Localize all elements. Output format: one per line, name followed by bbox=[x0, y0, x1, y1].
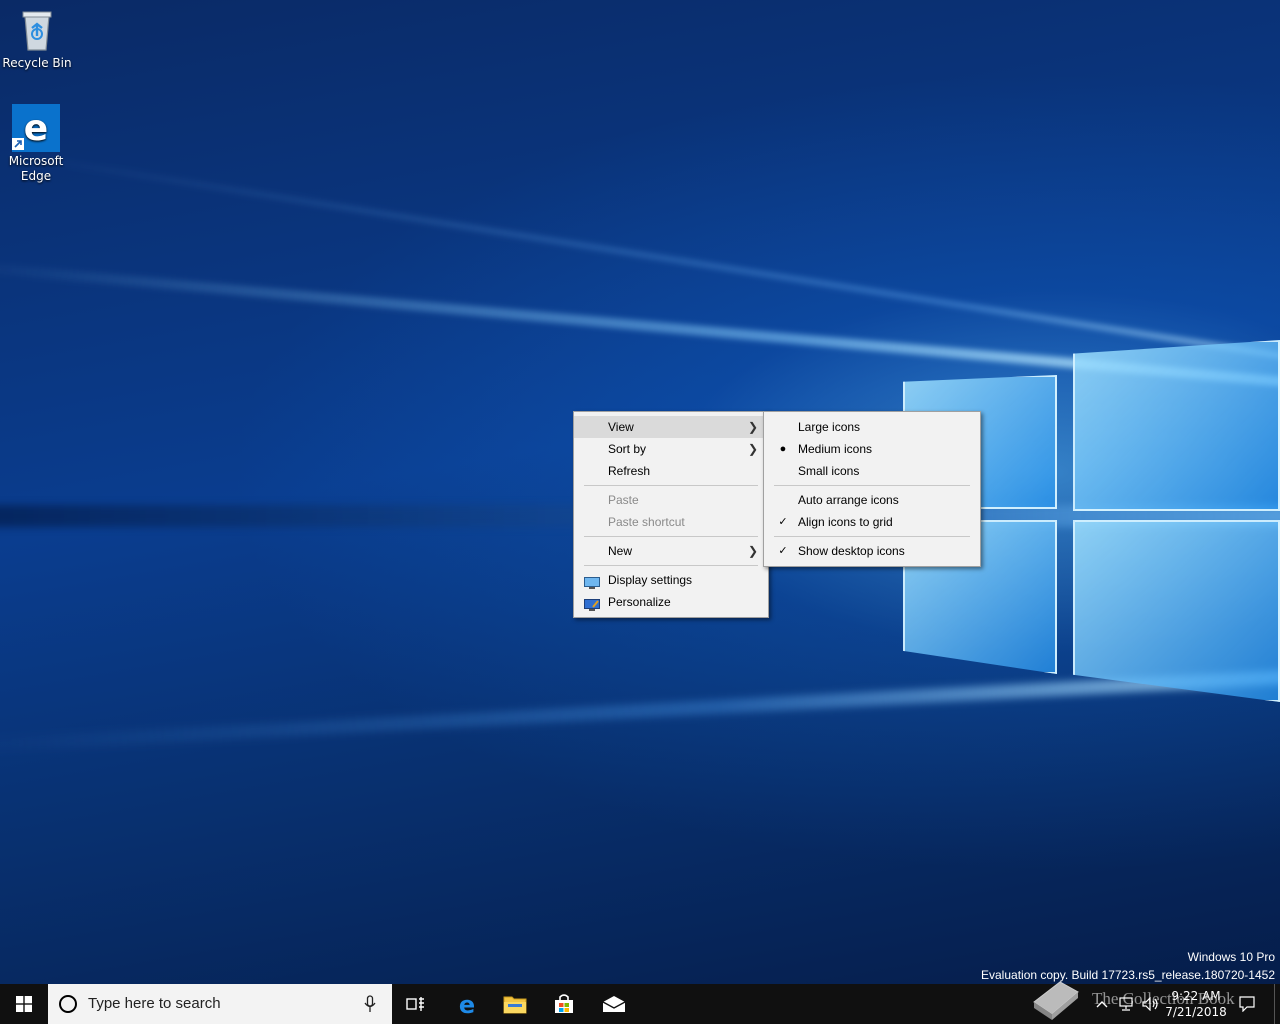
menu-item-label: Medium icons bbox=[798, 442, 873, 456]
menu-separator bbox=[584, 485, 758, 486]
notification-icon bbox=[1239, 996, 1255, 1012]
menu-item-label: Large icons bbox=[798, 420, 861, 434]
desktop-icon-label: Recycle Bin bbox=[2, 56, 72, 70]
menu-item-paste-shortcut[interactable]: Paste shortcut bbox=[574, 511, 768, 533]
menu-item-label: Small icons bbox=[798, 464, 860, 478]
menu-separator bbox=[774, 536, 970, 537]
menu-item-new[interactable]: New ❯ bbox=[574, 540, 768, 562]
windows-logo-icon bbox=[16, 996, 32, 1012]
menu-item-label: Paste shortcut bbox=[608, 515, 685, 529]
desktop-context-menu: View ❯ Sort by ❯ Refresh Paste Paste sho… bbox=[573, 411, 769, 618]
menu-item-label: Refresh bbox=[608, 464, 651, 478]
chevron-right-icon: ❯ bbox=[747, 544, 758, 558]
wallpaper-window-pane bbox=[1073, 520, 1280, 702]
edition-watermark: Windows 10 Pro bbox=[1187, 950, 1275, 964]
taskbar-mail-button[interactable] bbox=[590, 984, 638, 1024]
menu-item-label: View bbox=[608, 420, 634, 434]
book-logo-icon bbox=[1030, 976, 1082, 1020]
view-submenu: Large icons ● Medium icons Small icons A… bbox=[763, 411, 981, 567]
check-icon: ✓ bbox=[778, 516, 788, 528]
file-explorer-icon bbox=[503, 996, 527, 1014]
cortana-icon bbox=[59, 995, 77, 1013]
menu-item-label: Auto arrange icons bbox=[798, 493, 899, 507]
menu-item-label: Sort by bbox=[608, 442, 647, 456]
task-view-button[interactable] bbox=[392, 984, 440, 1024]
svg-text:e: e bbox=[459, 992, 475, 1016]
desktop-icon-microsoft-edge[interactable]: e Microsoft Edge bbox=[1, 104, 71, 184]
menu-item-label: Paste bbox=[608, 493, 639, 507]
desktop-icon-label: Microsoft bbox=[8, 154, 64, 168]
task-view-icon bbox=[406, 997, 424, 1011]
taskbar: Type here to search e 9:22 AM 7/21/2018 … bbox=[0, 981, 1280, 1024]
show-desktop-button[interactable] bbox=[1274, 984, 1280, 1024]
menu-item-personalize[interactable]: Personalize bbox=[574, 591, 768, 613]
search-placeholder: Type here to search bbox=[88, 995, 221, 1012]
menu-item-label: New bbox=[608, 544, 633, 558]
taskbar-store-button[interactable] bbox=[540, 984, 588, 1024]
action-center-button[interactable] bbox=[1236, 984, 1258, 1024]
chevron-right-icon: ❯ bbox=[747, 420, 758, 434]
menu-separator bbox=[774, 485, 970, 486]
desktop-icon-label: Edge bbox=[20, 169, 52, 183]
recycle-bin-icon bbox=[13, 6, 61, 54]
edge-icon: e bbox=[12, 104, 60, 152]
desktop-wallpaper[interactable]: Recycle Bin e Microsoft Edge View ❯ Sort… bbox=[0, 0, 1280, 984]
svg-text:e: e bbox=[24, 108, 48, 149]
submenu-item-small-icons[interactable]: Small icons bbox=[764, 460, 980, 482]
menu-item-label: Show desktop icons bbox=[798, 544, 905, 558]
menu-item-label: Display settings bbox=[608, 573, 693, 587]
mail-icon bbox=[602, 996, 626, 1012]
wallpaper-beam bbox=[0, 150, 1280, 375]
bullet-icon: ● bbox=[779, 443, 787, 455]
menu-item-display-settings[interactable]: Display settings bbox=[574, 569, 768, 591]
menu-separator bbox=[584, 565, 758, 566]
start-button[interactable] bbox=[0, 984, 48, 1024]
desktop-icon-recycle-bin[interactable]: Recycle Bin bbox=[2, 6, 72, 71]
store-icon bbox=[555, 994, 573, 1013]
taskbar-search-box[interactable]: Type here to search bbox=[48, 984, 392, 1024]
wallpaper-window-pane bbox=[1073, 340, 1280, 511]
overlay-watermark-text: The Collection Book bbox=[1092, 989, 1235, 1008]
menu-item-label: Align icons to grid bbox=[798, 515, 893, 529]
microphone-icon[interactable] bbox=[364, 995, 376, 1013]
menu-item-sort-by[interactable]: Sort by ❯ bbox=[574, 438, 768, 460]
submenu-item-align-icons-to-grid[interactable]: ✓ Align icons to grid bbox=[764, 511, 980, 533]
menu-item-paste[interactable]: Paste bbox=[574, 489, 768, 511]
submenu-item-large-icons[interactable]: Large icons bbox=[764, 416, 980, 438]
personalize-icon bbox=[584, 596, 600, 611]
taskbar-file-explorer-button[interactable] bbox=[491, 984, 539, 1024]
submenu-item-auto-arrange-icons[interactable]: Auto arrange icons bbox=[764, 489, 980, 511]
build-watermark: Evaluation copy. Build 17723.rs5_release… bbox=[981, 968, 1275, 982]
taskbar-edge-button[interactable]: e bbox=[443, 984, 491, 1024]
menu-item-label: Personalize bbox=[608, 595, 671, 609]
edge-icon: e bbox=[459, 992, 475, 1016]
menu-separator bbox=[584, 536, 758, 537]
menu-item-refresh[interactable]: Refresh bbox=[574, 460, 768, 482]
submenu-item-show-desktop-icons[interactable]: ✓ Show desktop icons bbox=[764, 540, 980, 562]
wallpaper-beam bbox=[0, 666, 1280, 754]
display-settings-icon bbox=[584, 574, 600, 589]
check-icon: ✓ bbox=[778, 545, 788, 557]
menu-item-view[interactable]: View ❯ bbox=[574, 416, 768, 438]
chevron-right-icon: ❯ bbox=[747, 442, 758, 456]
submenu-item-medium-icons[interactable]: ● Medium icons bbox=[764, 438, 980, 460]
